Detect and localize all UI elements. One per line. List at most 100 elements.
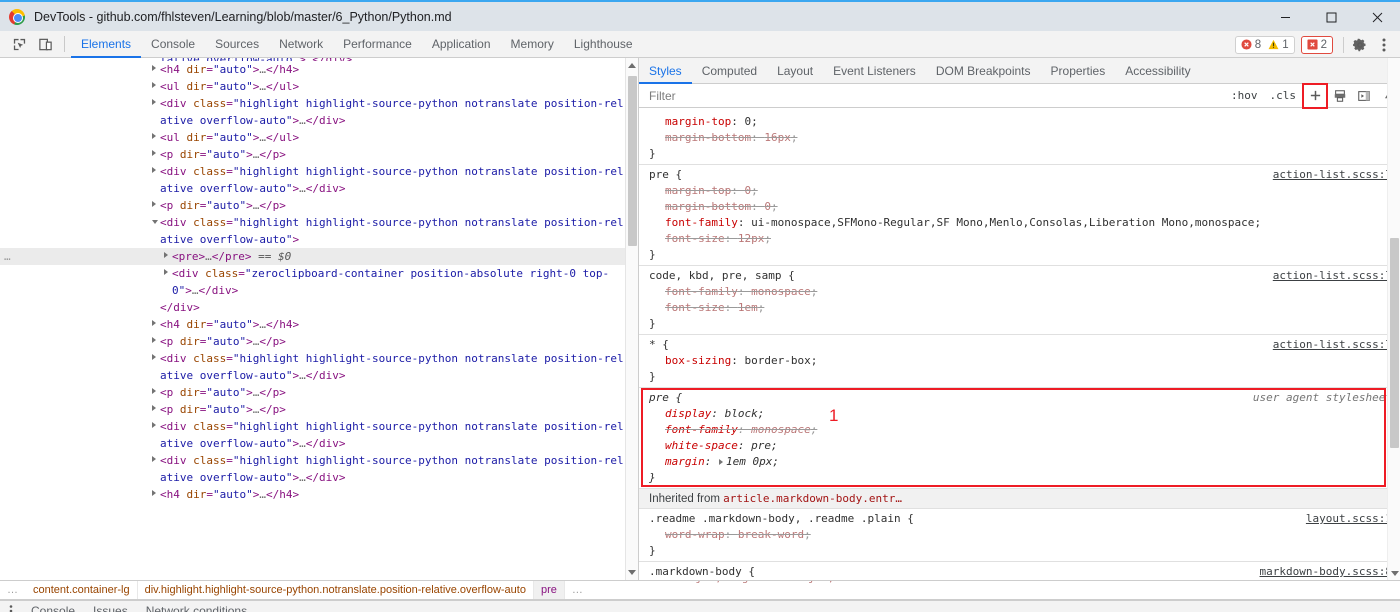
dom-node-row[interactable]: <p dir="auto">…</p>	[0, 333, 638, 350]
tab-event-listeners[interactable]: Event Listeners	[823, 58, 926, 84]
css-declaration[interactable]: font-family: monospace;	[639, 422, 1400, 438]
breadcrumb-item[interactable]: content.container-lg	[26, 581, 138, 599]
disclosure-triangle-icon[interactable]	[152, 133, 156, 139]
expand-shorthand-icon[interactable]	[719, 458, 723, 465]
dom-node-row[interactable]: <div class="highlight highlight-source-p…	[0, 350, 638, 384]
dom-node-row[interactable]: <h4 dir="auto">…</h4>	[0, 316, 638, 333]
css-property-value[interactable]: block	[725, 407, 758, 420]
breadcrumb[interactable]: … content.container-lg div.highlight.highl…	[0, 580, 639, 600]
css-rule[interactable]: .readme .markdown-body, .readme .plain {…	[639, 509, 1400, 562]
css-property-value[interactable]: 1em	[738, 301, 758, 314]
css-property-name[interactable]: font-size	[665, 301, 725, 314]
dom-node-row[interactable]: <ul dir="auto">…</ul>	[0, 129, 638, 146]
css-property-name[interactable]: font-family	[665, 423, 738, 436]
css-property-name[interactable]: margin-top	[665, 184, 731, 197]
disclosure-triangle-icon[interactable]	[152, 201, 156, 207]
css-declaration[interactable]: margin-bottom: 0;	[639, 199, 1400, 215]
dom-node-row[interactable]: <ul dir="auto">…</ul>	[0, 78, 638, 95]
scrollbar-thumb[interactable]	[1390, 238, 1399, 448]
css-rule[interactable]: .markdown-body {markdown-body.scss:8font…	[639, 562, 1400, 580]
kebab-menu-icon[interactable]	[1372, 33, 1396, 57]
css-rule-origin[interactable]: layout.scss:1	[1306, 510, 1392, 527]
scrollbar-thumb[interactable]	[628, 76, 637, 246]
disclosure-triangle-icon[interactable]	[152, 456, 156, 462]
css-selector[interactable]: .readme .markdown-body, .readme .plain {	[649, 512, 914, 525]
dom-node-row[interactable]: <h4 dir="auto">…</h4>	[0, 61, 638, 78]
css-rule[interactable]: * { action-list.scss:7 box-sizing: border-…	[639, 335, 1400, 388]
breadcrumb-item[interactable]: div.highlight.highlight-source-python.no…	[138, 581, 534, 599]
tab-styles[interactable]: Styles	[639, 58, 692, 84]
disclosure-triangle-icon[interactable]	[152, 150, 156, 156]
css-property-value[interactable]: pre	[751, 439, 771, 452]
dom-node-row[interactable]: <p dir="auto">…</p>	[0, 146, 638, 163]
tab-properties[interactable]: Properties	[1041, 58, 1116, 84]
css-selector[interactable]: pre {	[649, 391, 682, 404]
tab-application[interactable]: Application	[422, 31, 501, 58]
dom-node-row[interactable]: <div class="highlight highlight-source-p…	[0, 452, 638, 486]
css-property-name[interactable]: margin-bottom	[665, 131, 751, 144]
drawer-tab-network-conditions[interactable]: Network conditions	[137, 601, 256, 612]
inherited-node-name[interactable]: article.markdown-body.entr…	[723, 492, 902, 505]
tab-memory[interactable]: Memory	[501, 31, 564, 58]
tab-console[interactable]: Console	[141, 31, 205, 58]
hov-toggle-button[interactable]: :hov	[1225, 89, 1264, 102]
css-property-value[interactable]: monospace	[751, 285, 811, 298]
css-rule[interactable]: margin-top: 0; margin-bottom: 16px;}	[639, 114, 1400, 165]
css-rule[interactable]: pre {action-list.scss:7 margin-top: 0; mar…	[639, 165, 1400, 266]
styles-scrollbar[interactable]	[1387, 58, 1400, 580]
kebab-menu-icon[interactable]	[0, 604, 22, 612]
css-rules-list[interactable]: html body .my-theme body .my-theme body.…	[639, 108, 1400, 580]
css-declaration[interactable]: display: block;	[639, 406, 1400, 422]
css-declaration[interactable]: white-space: pre;	[639, 438, 1400, 454]
css-property-name[interactable]: font-family	[665, 285, 738, 298]
disclosure-triangle-icon[interactable]	[164, 252, 168, 258]
css-property-name[interactable]: word-wrap	[665, 528, 725, 541]
css-declaration[interactable]: margin-bottom: 16px;	[639, 130, 1400, 146]
drawer-tab-issues[interactable]: Issues	[84, 601, 137, 612]
issues-counter[interactable]: 2	[1300, 35, 1333, 54]
css-property-value[interactable]: 0	[744, 115, 751, 128]
css-property-value[interactable]: break-word	[738, 528, 804, 541]
css-property-name[interactable]: display	[665, 407, 711, 420]
dom-node-row[interactable]: <p dir="auto">…</p>	[0, 197, 638, 214]
tab-performance[interactable]: Performance	[333, 31, 422, 58]
disclosure-triangle-icon[interactable]	[152, 405, 156, 411]
scroll-up-arrow-icon[interactable]	[628, 63, 636, 68]
css-property-name[interactable]: box-sizing	[665, 354, 731, 367]
dom-node-selected[interactable]: … <pre>…</pre> == $0	[0, 248, 638, 265]
elements-dom-tree[interactable]: lative overflow-auto">…</div><h4 dir="au…	[0, 58, 639, 580]
tab-lighthouse[interactable]: Lighthouse	[564, 31, 643, 58]
css-rule-origin[interactable]: markdown-body.scss:8	[1260, 563, 1392, 580]
css-property-value[interactable]: monospace	[751, 423, 811, 436]
new-style-rule-button[interactable]	[1302, 82, 1328, 109]
css-declaration[interactable]: box-sizing: border-box;	[639, 353, 1400, 369]
minimize-button[interactable]	[1262, 2, 1308, 33]
cls-toggle-button[interactable]: .cls	[1264, 89, 1303, 102]
css-selector[interactable]: pre {	[649, 168, 682, 181]
tab-sources[interactable]: Sources	[205, 31, 269, 58]
css-property-value[interactable]: ui-monospace,SFMono-Regular,SF Mono,Menl…	[751, 216, 1254, 229]
disclosure-triangle-icon[interactable]	[152, 337, 156, 343]
breadcrumb-item[interactable]: pre	[533, 581, 565, 599]
print-styles-icon[interactable]	[1328, 85, 1352, 107]
css-rule-origin[interactable]: action-list.scss:7	[1273, 166, 1392, 183]
disclosure-triangle-icon[interactable]	[152, 65, 156, 71]
css-declaration[interactable]: font-size: 1em;	[639, 300, 1400, 316]
tab-layout[interactable]: Layout	[767, 58, 823, 84]
disclosure-triangle-icon[interactable]	[152, 354, 156, 360]
css-rule-origin[interactable]: action-list.scss:7	[1273, 336, 1392, 353]
css-declaration[interactable]: font-family: ui-monospace,SFMono-Regular…	[639, 215, 1400, 231]
disclosure-triangle-icon[interactable]	[152, 99, 156, 105]
css-selector[interactable]: * {	[649, 338, 669, 351]
dom-node-row[interactable]: <p dir="auto">…</p>	[0, 384, 638, 401]
disclosure-triangle-icon[interactable]	[152, 167, 156, 173]
drawer-tab-console[interactable]: Console	[22, 601, 84, 612]
inspect-element-icon[interactable]	[6, 32, 32, 57]
disclosure-triangle-icon[interactable]	[164, 269, 168, 275]
disclosure-triangle-icon[interactable]	[152, 388, 156, 394]
css-property-name[interactable]: font-family	[665, 216, 738, 229]
css-property-value[interactable]: border-box	[744, 354, 810, 367]
css-property-value[interactable]: 12px	[738, 232, 765, 245]
device-toolbar-icon[interactable]	[32, 32, 58, 57]
css-property-value[interactable]: 1em 0px	[726, 455, 772, 468]
